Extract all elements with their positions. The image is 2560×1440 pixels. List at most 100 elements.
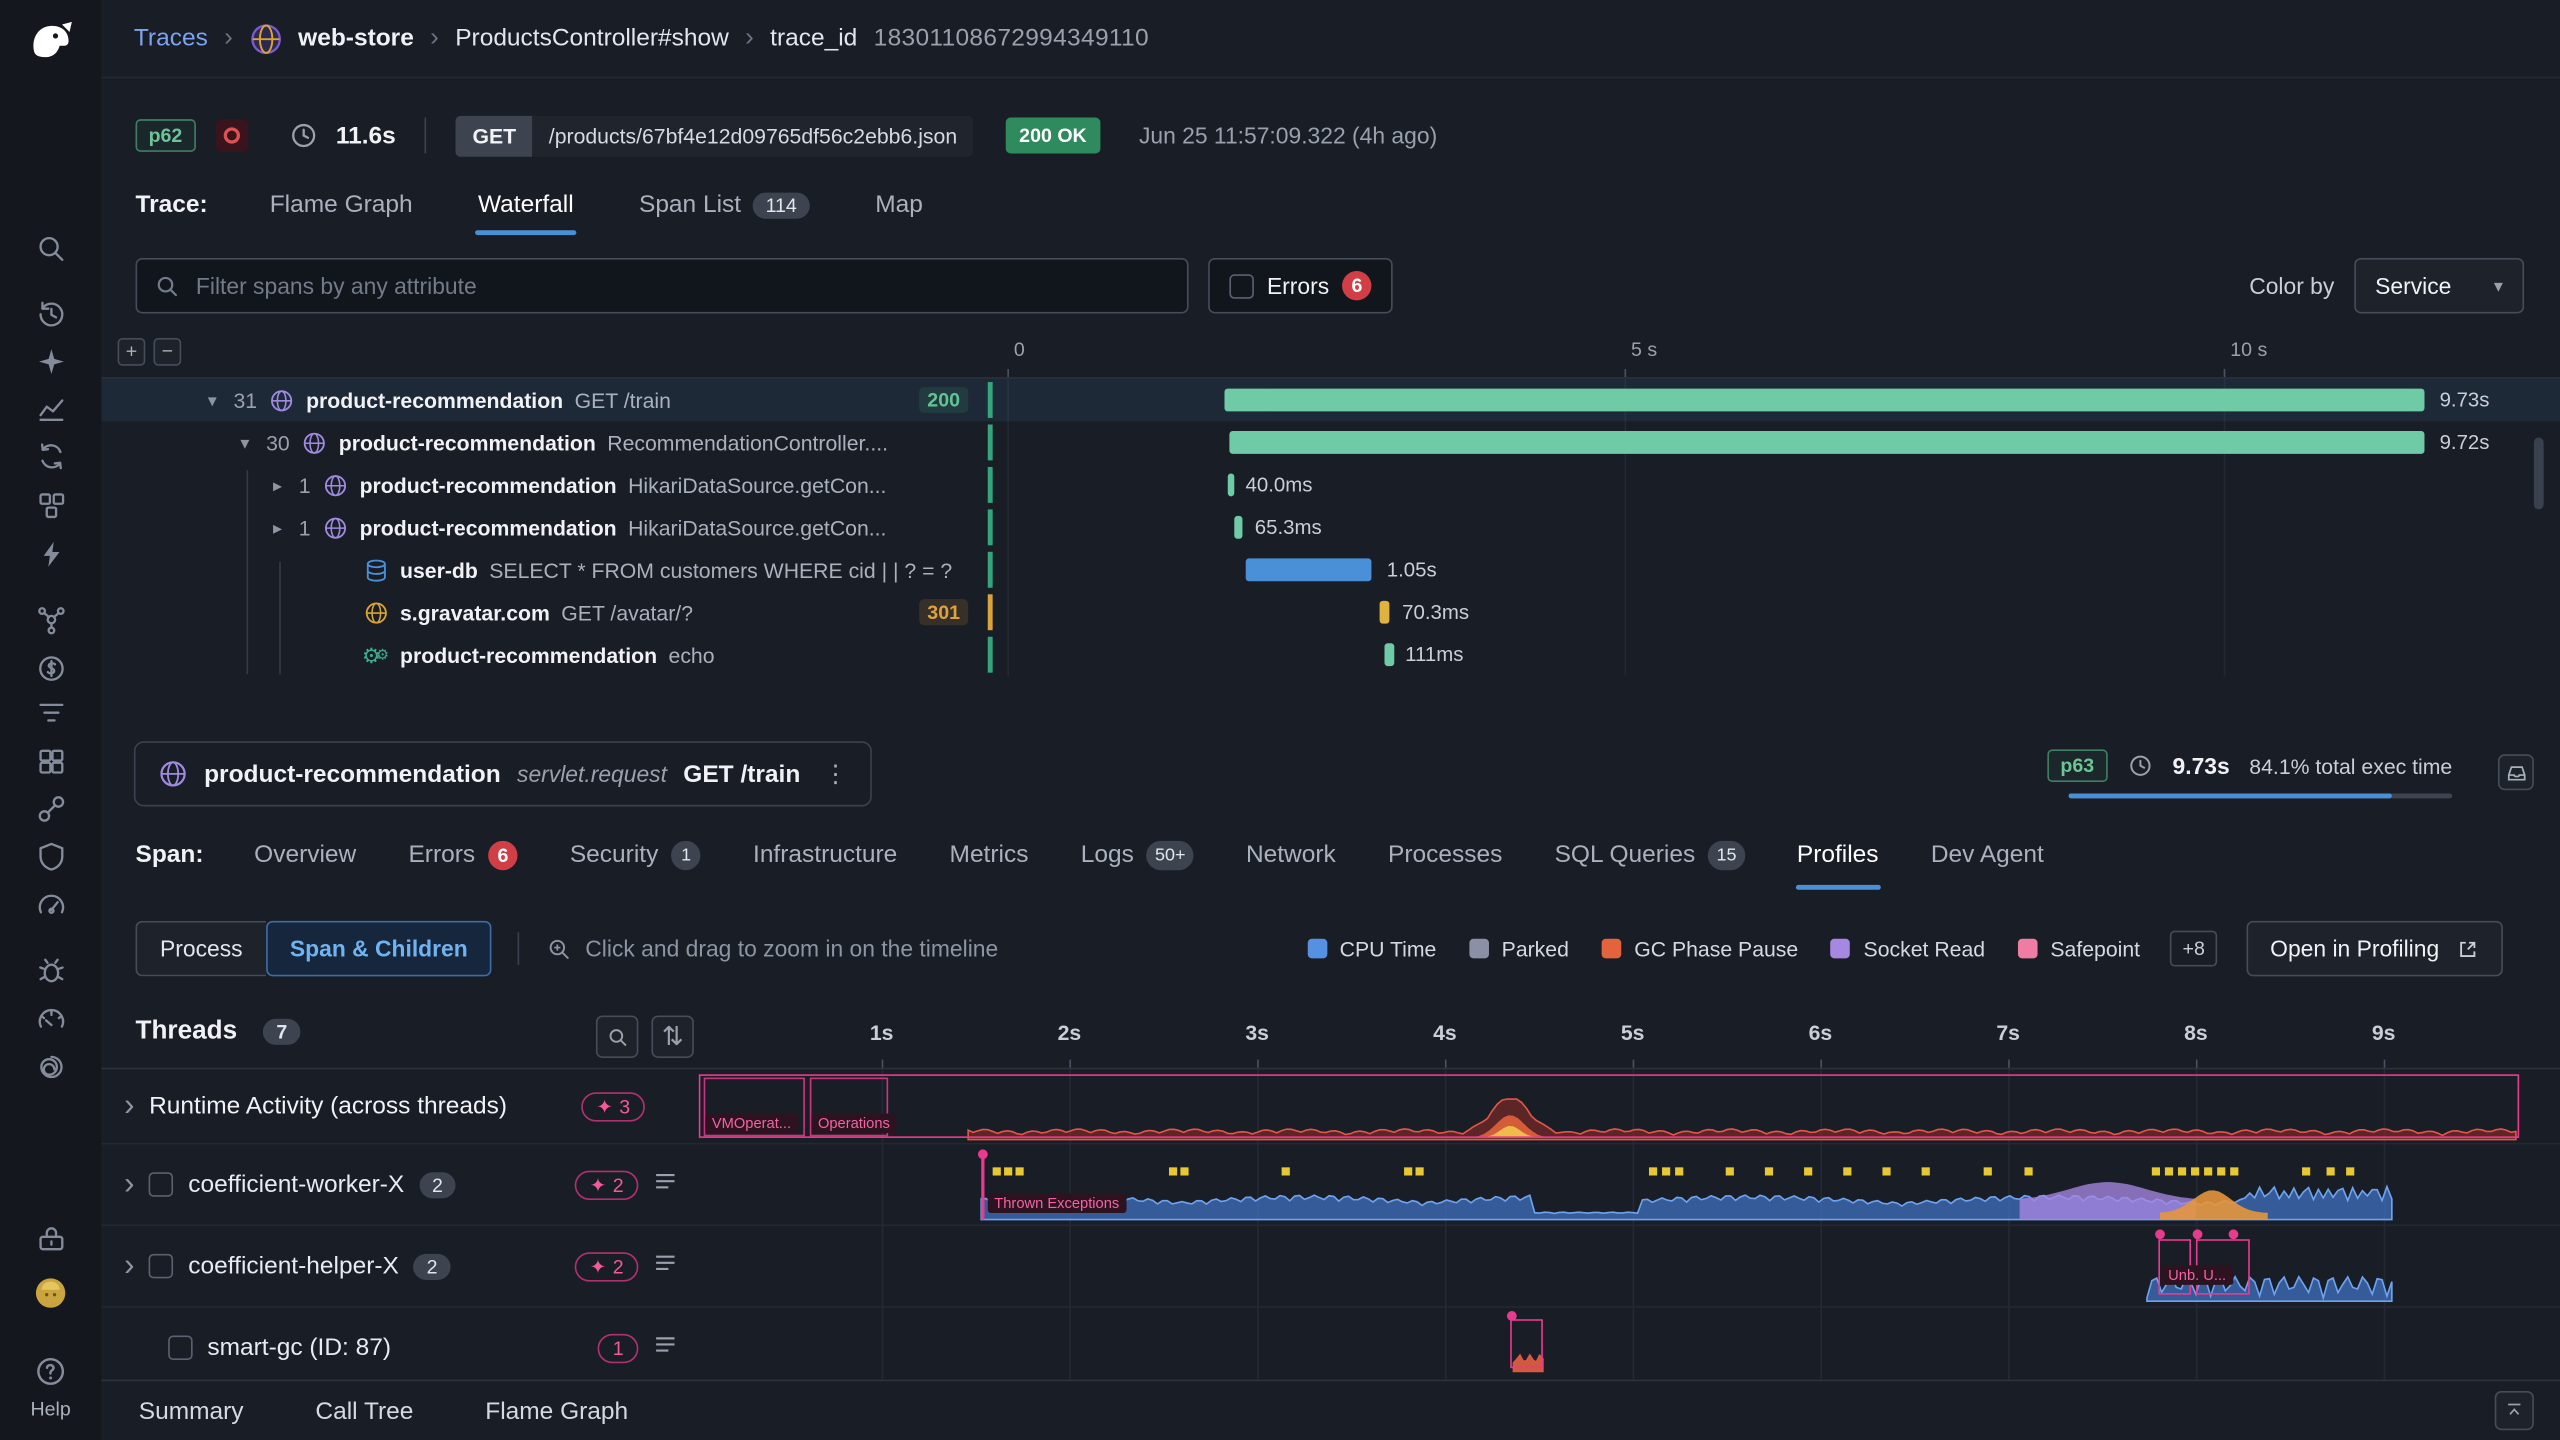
waterfall-row[interactable]: user-db SELECT * FROM customers WHERE ci… — [101, 549, 2560, 591]
span-bar[interactable] — [1229, 431, 2425, 454]
metrics-chart-icon[interactable] — [33, 390, 69, 426]
profiling-speed-icon[interactable] — [33, 1001, 69, 1037]
collapse-all-button[interactable]: − — [153, 338, 181, 366]
span-bar[interactable] — [1379, 601, 1390, 624]
span-tab-logs[interactable]: Logs50+ — [1079, 819, 1195, 891]
chevron-right-icon[interactable]: › — [124, 1091, 134, 1122]
service-catalog-icon[interactable] — [33, 438, 69, 474]
span-tab-sql-queries[interactable]: SQL Queries15 — [1553, 819, 1746, 891]
apm-link-icon[interactable] — [33, 790, 69, 826]
breadcrumb-service[interactable]: web-store — [298, 24, 414, 52]
chevron-right-icon[interactable]: ▸ — [268, 474, 288, 495]
span-bar[interactable] — [1227, 473, 1234, 496]
ai-insight-badge[interactable]: ✦2 — [575, 1251, 638, 1280]
color-by-select[interactable]: Service ▾ — [2354, 258, 2524, 314]
tab-span-list[interactable]: Span List114 — [636, 174, 813, 234]
span-tab-network[interactable]: Network — [1244, 820, 1337, 890]
ai-insight-badge[interactable]: ✦2 — [575, 1170, 638, 1199]
cpu-activity-chart[interactable]: Unb. U... — [694, 1226, 2523, 1306]
waterfall-row[interactable]: ▾ 30 product-recommendation Recommendati… — [101, 421, 2560, 463]
span-tab-processes[interactable]: Processes — [1386, 820, 1504, 890]
chevron-right-icon[interactable]: › — [124, 1169, 134, 1200]
waterfall-row[interactable]: ⚙⚙ product-recommendation echo 111ms — [101, 633, 2560, 675]
monitors-gauge-icon[interactable] — [33, 887, 69, 923]
chevron-down-icon[interactable]: ▾ — [202, 389, 222, 410]
waterfall-row[interactable]: ▸ 1 product-recommendation HikariDataSou… — [101, 506, 2560, 548]
span-tab-metrics[interactable]: Metrics — [948, 820, 1030, 890]
open-in-profiling-button[interactable]: Open in Profiling — [2247, 921, 2503, 977]
gc-activity-chart[interactable] — [694, 1308, 2523, 1380]
integrations-icon[interactable] — [33, 487, 69, 523]
security-shield-icon[interactable] — [33, 838, 69, 874]
thread-checkbox[interactable] — [149, 1172, 173, 1196]
expand-all-button[interactable]: + — [118, 338, 146, 366]
help-icon[interactable] — [33, 1353, 69, 1389]
logs-filter-icon[interactable] — [33, 694, 69, 730]
search-icon[interactable] — [33, 230, 69, 266]
span-filter-input[interactable] — [193, 271, 1171, 300]
span-bar[interactable] — [1235, 516, 1243, 539]
tab-map[interactable]: Map — [872, 174, 926, 234]
history-icon[interactable] — [33, 296, 69, 332]
waterfall-row[interactable]: ▾ 31 product-recommendation GET /train 2… — [101, 379, 2560, 421]
help-label[interactable]: Help — [0, 1398, 101, 1421]
thread-checkbox[interactable] — [168, 1336, 192, 1360]
legend-more-button[interactable]: +8 — [2169, 931, 2217, 967]
breadcrumb-resource[interactable]: ProductsController#show — [455, 24, 729, 52]
ai-insight-badge[interactable]: ✦3 — [582, 1091, 645, 1120]
chevron-down-icon[interactable]: ▾ — [235, 432, 255, 453]
waterfall-row[interactable]: ▸ 1 product-recommendation HikariDataSou… — [101, 464, 2560, 506]
errors-checkbox[interactable] — [1229, 273, 1253, 297]
runtime-activity-chart[interactable]: VMOperat... Operations — [694, 1069, 2523, 1142]
span-tab-security[interactable]: Security1 — [568, 819, 702, 891]
breadcrumb-traces-link[interactable]: Traces — [134, 24, 208, 52]
thread-list-icon[interactable] — [653, 1331, 677, 1364]
workers-icon[interactable] — [33, 1220, 69, 1256]
thread-row-runtime-activity[interactable]: › Runtime Activity (across threads) ✦3 V… — [101, 1069, 2560, 1144]
errors-filter[interactable]: Errors 6 — [1208, 258, 1393, 314]
tab-call-tree[interactable]: Call Tree — [315, 1397, 413, 1425]
span-tab-dev-agent[interactable]: Dev Agent — [1929, 820, 2045, 890]
process-toggle[interactable]: Process — [136, 921, 266, 977]
threads-search-button[interactable] — [596, 1016, 638, 1058]
span-filter-input-box[interactable] — [136, 258, 1189, 314]
dashboards-icon[interactable] — [33, 743, 69, 779]
inbox-icon-button[interactable] — [2498, 754, 2534, 790]
thread-row-coefficient-worker[interactable]: › coefficient-worker-X 2 ✦2 — [101, 1144, 2560, 1226]
service-map-icon[interactable] — [33, 601, 69, 637]
kebab-menu-icon[interactable]: ⋮ — [823, 759, 847, 788]
error-tracking-bug-icon[interactable] — [33, 952, 69, 988]
span-bar[interactable] — [1385, 643, 1394, 666]
globe-service-icon — [322, 514, 348, 540]
threads-sort-button[interactable]: ⇅ — [651, 1016, 693, 1058]
expand-panel-button[interactable] — [2495, 1391, 2534, 1430]
tab-flame-graph[interactable]: Flame Graph — [485, 1397, 628, 1425]
watchdog-sparkle-icon[interactable] — [33, 343, 69, 379]
selection-region[interactable] — [699, 1074, 2519, 1138]
ci-spiral-icon[interactable] — [33, 1048, 69, 1084]
thread-row-coefficient-helper[interactable]: › coefficient-helper-X 2 ✦2 Un — [101, 1226, 2560, 1308]
span-children-toggle[interactable]: Span & Children — [265, 921, 492, 977]
actions-bolt-icon[interactable] — [33, 536, 69, 572]
user-avatar[interactable] — [33, 1275, 69, 1311]
span-tab-profiles[interactable]: Profiles — [1795, 820, 1880, 890]
waterfall-row[interactable]: s.gravatar.com GET /avatar/? 301 70.3ms — [101, 591, 2560, 633]
span-tab-errors[interactable]: Errors6 — [407, 819, 519, 891]
thread-row-smart-gc[interactable]: smart-gc (ID: 87) 1 — [101, 1308, 2560, 1380]
thread-list-icon[interactable] — [653, 1250, 677, 1283]
span-bar[interactable] — [1246, 558, 1372, 581]
tab-summary[interactable]: Summary — [139, 1397, 244, 1425]
cpu-activity-chart[interactable]: Thrown Exceptions — [694, 1144, 2523, 1224]
scrollbar[interactable] — [2534, 438, 2544, 510]
span-tab-overview[interactable]: Overview — [253, 820, 358, 890]
span-bar[interactable] — [1224, 389, 2424, 412]
chevron-right-icon[interactable]: ▸ — [268, 517, 288, 538]
span-tab-infrastructure[interactable]: Infrastructure — [751, 820, 899, 890]
cost-dollar-icon[interactable] — [33, 650, 69, 686]
ai-insight-badge[interactable]: 1 — [598, 1333, 638, 1362]
thread-checkbox[interactable] — [149, 1254, 173, 1278]
thread-list-icon[interactable] — [653, 1168, 677, 1201]
tab-waterfall[interactable]: Waterfall — [475, 174, 577, 234]
tab-flame-graph[interactable]: Flame Graph — [266, 174, 415, 234]
chevron-right-icon[interactable]: › — [124, 1251, 134, 1282]
